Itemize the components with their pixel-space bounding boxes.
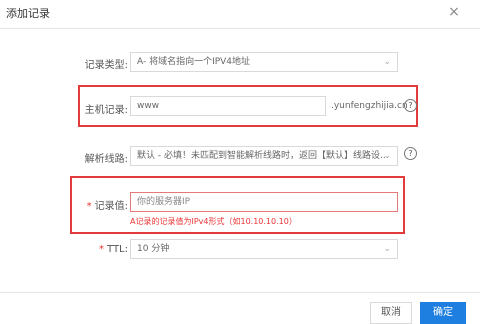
- record-value-label-text: 记录值:: [94, 201, 128, 212]
- host-input[interactable]: www: [130, 96, 326, 116]
- record-value-input[interactable]: 你的服务器IP: [130, 192, 398, 212]
- line-label: 解析线路:: [84, 154, 128, 165]
- line-value: 默认 - 必填！未匹配到智能解析线路时，返回【默认】线路设...: [137, 151, 389, 161]
- confirm-button[interactable]: 确定: [420, 302, 466, 324]
- chevron-down-icon: ⌄: [383, 57, 391, 67]
- record-value-placeholder: 你的服务器IP: [137, 197, 191, 207]
- ttl-label-text: TTL:: [107, 244, 128, 255]
- dialog-header: 添加记录 ×: [0, 0, 480, 29]
- ttl-value: 10 分钟: [137, 244, 170, 254]
- ttl-label: * TTL:: [18, 244, 128, 255]
- host-value: www: [137, 101, 160, 111]
- record-value-label: * 记录值:: [18, 197, 128, 212]
- ttl-select[interactable]: 10 分钟 ⌄: [130, 239, 398, 259]
- record-type-value: A- 将域名指向一个IPV4地址: [137, 57, 251, 67]
- line-select[interactable]: 默认 - 必填！未匹配到智能解析线路时，返回【默认】线路设... ⌄: [130, 146, 398, 166]
- required-mark: *: [99, 244, 105, 255]
- chevron-down-icon: ⌄: [383, 244, 391, 254]
- close-icon[interactable]: ×: [446, 4, 462, 20]
- footer-divider: [0, 292, 480, 293]
- dialog-title: 添加记录: [6, 7, 50, 20]
- domain-suffix: .yunfengzhijia.cn: [331, 101, 408, 111]
- line-help-icon[interactable]: ?: [404, 147, 417, 160]
- cancel-button[interactable]: 取消: [370, 302, 412, 324]
- host-label: 主机记录:: [84, 105, 128, 116]
- record-value-error: A记录的记录值为IPv4形式（如10.10.10.10）: [130, 217, 297, 226]
- chevron-down-icon: ⌄: [383, 151, 391, 161]
- record-type-select[interactable]: A- 将域名指向一个IPV4地址 ⌄: [130, 52, 398, 72]
- required-mark: *: [86, 201, 92, 212]
- host-help-icon[interactable]: ?: [404, 99, 417, 112]
- record-type-label: 记录类型:: [84, 60, 128, 71]
